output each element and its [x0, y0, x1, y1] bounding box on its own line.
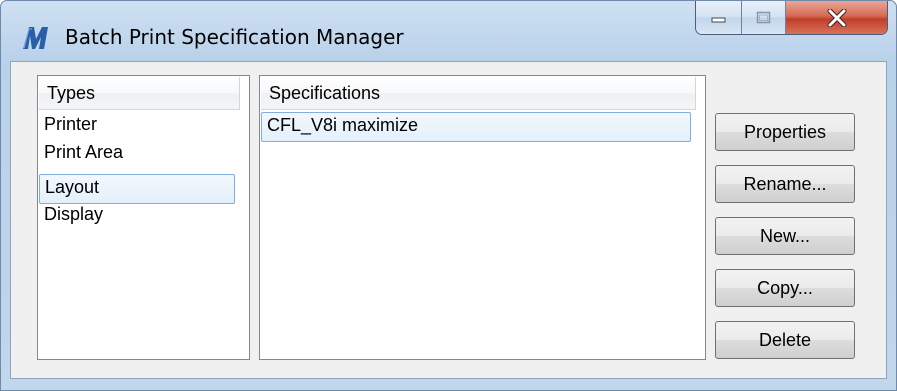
rename-button-label: Rename... [743, 173, 827, 194]
maximize-icon [756, 11, 770, 23]
type-item-print-area[interactable]: Print Area [39, 140, 248, 170]
window-title: Batch Print Specification Manager [65, 25, 404, 49]
properties-button[interactable]: Properties [715, 113, 855, 151]
microstation-m-icon [23, 27, 48, 49]
delete-button-label: Delete [758, 329, 812, 350]
type-item-display[interactable]: Display [39, 202, 248, 232]
type-item-printer[interactable]: Printer [39, 112, 248, 142]
new-button[interactable]: New... [715, 217, 855, 255]
copy-button[interactable]: Copy... [715, 269, 855, 307]
specification-item[interactable]: CFL_V8i maximize [261, 112, 691, 142]
title-bar[interactable]: Batch Print Specification Manager [1, 1, 896, 61]
minimize-icon [711, 17, 725, 22]
copy-button-label: Copy... [757, 277, 813, 298]
specifications-column-header[interactable]: Specifications [261, 77, 696, 110]
types-column-header[interactable]: Types [39, 77, 240, 110]
type-item-layout[interactable]: Layout [39, 174, 235, 204]
caption-buttons [695, 1, 888, 35]
specifications-listbox[interactable]: Specifications CFL_V8i maximize [259, 75, 706, 360]
minimize-button[interactable] [696, 1, 742, 34]
dialog-client-area: Types Printer Print Area Layout Display … [10, 61, 887, 379]
rename-button[interactable]: Rename... [715, 165, 855, 203]
maximize-button[interactable] [742, 1, 786, 34]
batch-print-spec-manager-window: Batch Print Specification Manager Types … [0, 0, 897, 391]
close-icon [827, 8, 846, 27]
new-button-label: New... [759, 225, 811, 246]
delete-button[interactable]: Delete [715, 321, 855, 359]
close-button[interactable] [786, 1, 887, 34]
properties-button-label: Properties [743, 121, 827, 142]
types-listbox[interactable]: Types Printer Print Area Layout Display [37, 75, 250, 360]
